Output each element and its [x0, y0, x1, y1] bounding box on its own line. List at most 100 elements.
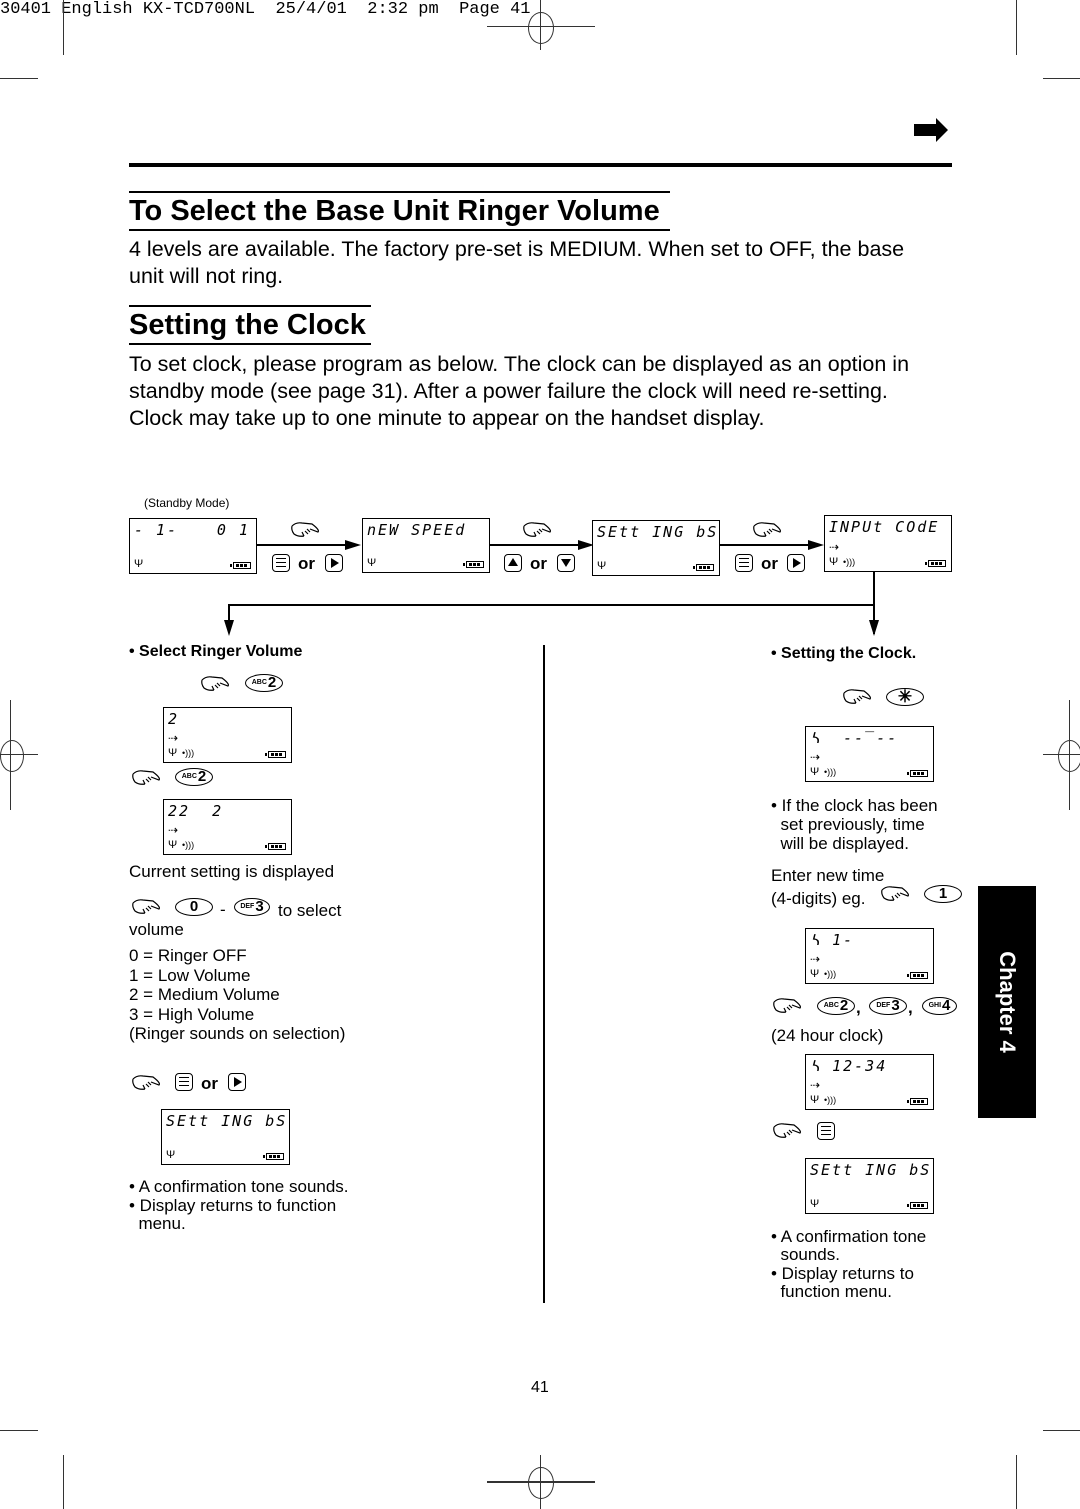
heading-rule	[129, 343, 371, 345]
setting-the-clock-heading: • Setting the Clock.	[771, 645, 917, 662]
lcd-text: nEW SPEEd	[367, 521, 467, 539]
clock-previously-set-note: • If the clock has been	[771, 796, 938, 815]
volume-level: 1 = Low Volume	[129, 965, 251, 985]
crop-mark	[0, 1430, 38, 1431]
battery-icon	[463, 561, 484, 568]
battery-icon	[907, 1202, 928, 1209]
flow-arrow	[490, 544, 580, 546]
ringer-icon: •)))	[824, 767, 837, 777]
press-hand-icon	[291, 522, 319, 537]
press-hand-icon	[523, 522, 551, 537]
chapter-tab-label: Chapter 4	[995, 951, 1020, 1053]
press-hand-icon	[753, 522, 781, 537]
antenna-icon: Ψ	[168, 747, 178, 759]
right-button-icon	[228, 1073, 246, 1091]
down-button-icon	[557, 554, 575, 572]
menu-button-icon	[175, 1073, 193, 1091]
battery-icon	[265, 751, 286, 758]
lcd-display-settings-return: SEtt ING bS Ψ	[161, 1109, 290, 1165]
to-select-text: to select	[278, 901, 342, 920]
or-label: or	[761, 554, 778, 573]
lcd-text: SEtt ING bS	[597, 523, 719, 541]
up-button-icon	[504, 554, 522, 572]
ringer-icon: •)))	[182, 840, 195, 850]
volume-level: 0 = Ringer OFF	[129, 946, 247, 965]
lcd-text: - 1-	[134, 521, 179, 539]
crop-mark	[1016, 1455, 1017, 1509]
ringer-icon: •)))	[843, 557, 856, 567]
volume-level: 2 = Medium Volume	[129, 985, 280, 1004]
display-return-note: menu.	[129, 1214, 186, 1233]
section-body-ringer-volume: 4 levels are available. The factory pre-…	[129, 237, 905, 288]
or-label: or	[530, 554, 547, 573]
lcd-display-new-speed: nEW SPEEd Ψ	[362, 518, 490, 573]
arrow-head-icon	[345, 540, 361, 550]
range-dash: -	[220, 900, 226, 919]
clock-previously-set-note: will be displayed.	[771, 834, 909, 853]
clock-previously-set-note: set previously, time	[771, 815, 925, 834]
arrow-head-icon	[224, 620, 234, 636]
antenna-icon: Ψ	[810, 766, 820, 778]
lcd-text: 0 1	[216, 521, 250, 539]
volume-text: volume	[129, 920, 184, 939]
registration-mark	[0, 740, 24, 772]
enter-arrow-icon: ⇢	[829, 540, 840, 554]
ringer-icon: •)))	[824, 969, 837, 979]
lcd-display-clock-step1: ᓴ 1- ⇢ Ψ •)))	[805, 928, 934, 984]
enter-new-time-text: Enter new time	[771, 866, 885, 885]
battery-icon	[925, 560, 946, 567]
antenna-icon: Ψ	[367, 557, 377, 569]
volume-level: 3 = High Volume	[129, 1004, 255, 1024]
right-button-icon	[787, 554, 805, 572]
select-ringer-volume-heading: • Select Ringer Volume	[129, 643, 303, 660]
display-return-note: • Display returns to	[771, 1264, 914, 1283]
flow-arrow	[720, 544, 810, 546]
top-rule	[129, 163, 952, 167]
press-hand-icon	[132, 899, 160, 914]
battery-icon	[230, 562, 251, 569]
registration-mark	[528, 1467, 554, 1499]
battery-icon	[907, 972, 928, 979]
crop-mark	[1043, 1430, 1080, 1431]
continue-arrow-icon	[914, 118, 948, 142]
or-label: or	[201, 1074, 218, 1093]
lcd-display-standby: - 1- 0 1 Ψ	[129, 518, 257, 574]
lcd-display-input-code: INPUt COdE ⇢ Ψ •)))	[824, 515, 952, 572]
section-title-clock: Setting the Clock	[129, 309, 366, 341]
menu-button-icon	[272, 554, 290, 572]
crop-mark	[1043, 78, 1080, 79]
antenna-icon: Ψ	[829, 556, 839, 568]
press-hand-icon	[773, 1123, 801, 1138]
crop-mark	[63, 1455, 64, 1509]
battery-icon	[693, 564, 714, 571]
standby-mode-label: (Standby Mode)	[144, 496, 230, 510]
arrow-head-icon	[808, 540, 824, 550]
press-hand-icon	[881, 886, 909, 901]
press-hand-icon	[773, 998, 801, 1013]
key-ghi-4-icon: GHI4	[922, 997, 957, 1015]
lcd-display-clock-blank: ᓴ --‾-- ⇢ Ψ •)))	[805, 726, 934, 782]
lcd-text: ᓴ 1-	[810, 931, 855, 949]
lcd-text: 22 2	[168, 802, 224, 820]
menu-button-icon	[735, 554, 753, 572]
registration-mark	[1058, 740, 1080, 772]
24-hour-clock-text: (24 hour clock)	[771, 1026, 884, 1045]
comma: ,	[856, 998, 861, 1017]
press-hand-icon	[132, 770, 160, 785]
current-setting-text: Current setting is displayed	[129, 862, 335, 881]
antenna-icon: Ψ	[810, 1198, 820, 1210]
antenna-icon: Ψ	[810, 1094, 820, 1106]
section-body-clock: To set clock, please program as below. T…	[129, 352, 910, 430]
key-def-3-icon: DEF3	[869, 997, 907, 1015]
lcd-text: ᓴ --‾--	[810, 729, 899, 747]
antenna-icon: Ψ	[810, 968, 820, 980]
column-divider	[543, 645, 545, 1303]
arrow-head-icon	[869, 620, 879, 636]
ringer-icon: •)))	[824, 1095, 837, 1105]
heading-rule	[129, 229, 670, 231]
crop-mark	[63, 0, 64, 55]
lcd-display-settings: SEtt ING bS Ψ	[592, 520, 720, 576]
crop-mark	[1016, 0, 1017, 55]
enter-arrow-icon: ⇢	[810, 1078, 821, 1092]
key-star-icon: ✳	[886, 688, 924, 706]
